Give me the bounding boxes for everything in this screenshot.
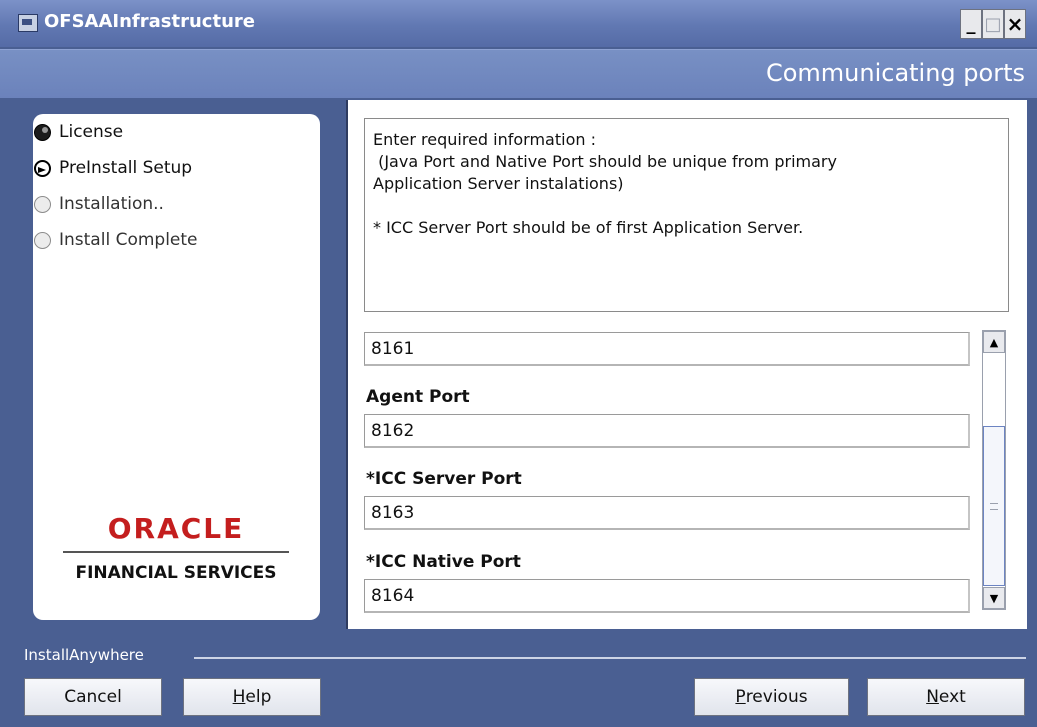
- scroll-down-icon[interactable]: ▼: [983, 587, 1005, 609]
- icc-native-port-field[interactable]: 8164: [364, 579, 970, 613]
- instruction-line: * ICC Server Port should be of first App…: [373, 218, 804, 237]
- step-current-icon: [34, 159, 51, 177]
- previous-label: revious: [745, 687, 808, 707]
- help-button[interactable]: Help: [183, 678, 321, 716]
- instruction-line: Enter required information :: [373, 130, 596, 149]
- cancel-button[interactable]: Cancel: [24, 678, 162, 716]
- form-scrollbar[interactable]: ▲ ▼: [982, 330, 1006, 610]
- icc-server-port-label: *ICC Server Port: [366, 469, 522, 489]
- ports-form: 8161 Agent Port 8162 *ICC Server Port 81…: [364, 328, 974, 618]
- step-done-icon: [34, 123, 51, 141]
- oracle-logo: ORACLE FINANCIAL SERVICES: [63, 512, 289, 583]
- app-icon: [18, 14, 38, 32]
- next-button[interactable]: Next: [867, 678, 1025, 716]
- next-label: ext: [938, 687, 966, 707]
- close-button[interactable]: ×: [1004, 9, 1026, 39]
- minimize-button[interactable]: _: [960, 9, 982, 39]
- installanywhere-label: InstallAnywhere: [24, 646, 144, 664]
- maximize-button[interactable]: □: [982, 9, 1004, 39]
- scroll-up-icon[interactable]: ▲: [983, 331, 1005, 353]
- help-label: elp: [245, 687, 272, 707]
- step-installation: Installation..: [34, 194, 164, 214]
- step-pending-icon: [34, 231, 51, 249]
- window-title: OFSAAInfrastructure: [44, 11, 255, 32]
- oracle-logo-word: ORACLE: [63, 512, 289, 553]
- footer-divider: [194, 657, 1026, 659]
- step-license: License: [34, 122, 123, 142]
- step-preinstall-setup: PreInstall Setup: [34, 158, 192, 178]
- icc-native-port-label: *ICC Native Port: [366, 552, 521, 572]
- step-label: PreInstall Setup: [59, 158, 193, 178]
- content-panel: Enter required information : (Java Port …: [346, 100, 1027, 629]
- native-port-field[interactable]: 8161: [364, 332, 970, 366]
- instructions-box: Enter required information : (Java Port …: [364, 118, 1009, 312]
- page-title: Communicating ports: [765, 59, 1025, 87]
- instruction-line: (Java Port and Native Port should be uni…: [373, 152, 837, 171]
- step-install-complete: Install Complete: [34, 230, 198, 250]
- step-pending-icon: [34, 195, 51, 213]
- icc-server-port-field[interactable]: 8163: [364, 496, 970, 530]
- agent-port-label: Agent Port: [366, 387, 470, 407]
- instruction-line: Application Server instalations): [373, 174, 624, 193]
- step-label: License: [59, 122, 124, 142]
- steps-panel: License PreInstall Setup Installation.. …: [33, 114, 320, 620]
- agent-port-field[interactable]: 8162: [364, 414, 970, 448]
- step-label: Installation..: [59, 194, 164, 214]
- scroll-thumb[interactable]: [983, 426, 1005, 586]
- help-mnemonic: H: [232, 687, 246, 707]
- previous-mnemonic: P: [735, 687, 746, 707]
- title-bar: OFSAAInfrastructure _ □ ×: [0, 0, 1037, 47]
- page-header: Communicating ports: [0, 49, 1037, 98]
- oracle-logo-subtitle: FINANCIAL SERVICES: [75, 563, 277, 583]
- step-label: Install Complete: [59, 230, 198, 250]
- previous-button[interactable]: Previous: [694, 678, 849, 716]
- next-mnemonic: N: [926, 687, 939, 707]
